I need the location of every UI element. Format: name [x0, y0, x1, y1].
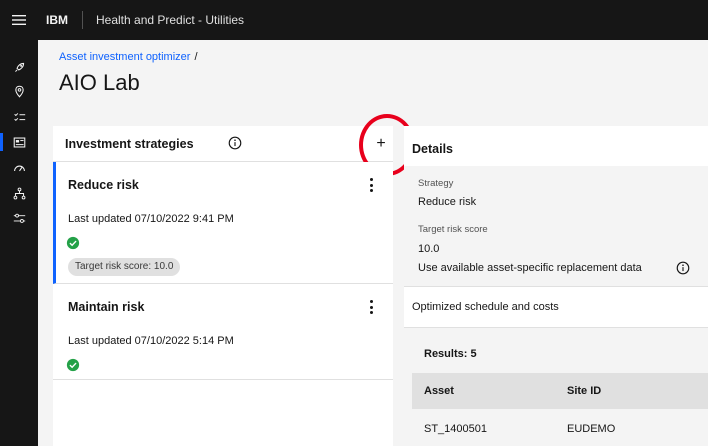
target-risk-value: 10.0: [418, 243, 440, 255]
breadcrumb: Asset investment optimizer /: [59, 51, 198, 63]
details-body: Strategy Reduce risk Target risk score 1…: [404, 166, 708, 446]
task-list-icon[interactable]: [0, 106, 38, 128]
gauge-icon[interactable]: [0, 157, 38, 179]
info-icon[interactable]: [228, 136, 242, 150]
strategies-title: Investment strategies: [65, 136, 194, 151]
hierarchy-icon[interactable]: [0, 182, 38, 204]
strategy-last-updated: Last updated 07/10/2022 9:41 PM: [68, 213, 234, 225]
strategy-value: Reduce risk: [418, 196, 477, 208]
breadcrumb-separator: /: [194, 51, 198, 63]
results-count: Results: 5: [424, 348, 477, 360]
breadcrumb-link-asset-investment-optimizer[interactable]: Asset investment optimizer: [59, 51, 190, 63]
strategy-last-updated: Last updated 07/10/2022 5:14 PM: [68, 335, 234, 347]
top-bar: IBM Health and Predict - Utilities: [0, 0, 708, 40]
strategies-header: Investment strategies: [53, 126, 393, 162]
rocket-icon[interactable]: [0, 56, 38, 78]
replacement-data-label: Use available asset-specific replacement…: [418, 262, 642, 274]
hamburger-menu-icon[interactable]: [0, 0, 38, 40]
main-content: Asset investment optimizer / AIO Lab Inve…: [38, 40, 708, 446]
details-title: Details: [412, 142, 453, 156]
settings-adjust-icon[interactable]: [0, 207, 38, 229]
add-strategy-button[interactable]: +: [371, 134, 391, 154]
page-title: AIO Lab: [59, 70, 140, 95]
results-table: Asset Site ID ST_1400501 EUDEMO: [412, 373, 708, 446]
table-header-row: Asset Site ID: [412, 373, 708, 409]
strategy-name: Maintain risk: [68, 300, 145, 314]
location-icon[interactable]: [0, 80, 38, 102]
app-name: Health and Predict - Utilities: [96, 13, 245, 27]
table-row[interactable]: ST_1400501 EUDEMO: [412, 409, 708, 446]
overflow-menu-icon[interactable]: [367, 300, 375, 314]
overflow-menu-icon[interactable]: [367, 178, 375, 192]
optimized-schedule-section[interactable]: Optimized schedule and costs: [404, 286, 708, 328]
success-check-icon: [66, 358, 80, 372]
side-nav: [0, 40, 38, 446]
target-risk-tag: Target risk score: 10.0: [68, 258, 181, 276]
dashboard-icon[interactable]: [0, 131, 38, 153]
optimized-schedule-label: Optimized schedule and costs: [412, 301, 559, 313]
cell-site-id: EUDEMO: [567, 422, 616, 435]
info-icon[interactable]: [676, 261, 690, 275]
strategy-card-reduce-risk[interactable]: Reduce risk Last updated 07/10/2022 9:41…: [53, 162, 393, 284]
cell-asset: ST_1400501: [424, 422, 487, 435]
strategy-label: Strategy: [418, 178, 454, 189]
details-panel: Details Strategy Reduce risk Target risk…: [404, 126, 708, 446]
column-header-asset[interactable]: Asset: [412, 385, 555, 397]
investment-strategies-panel: Investment strategies + Reduce risk Last…: [53, 114, 415, 446]
brand-logo[interactable]: IBM: [38, 11, 83, 29]
strategy-card-maintain-risk[interactable]: Maintain risk Last updated 07/10/2022 5:…: [53, 284, 393, 380]
target-risk-label: Target risk score: [418, 224, 488, 235]
strategy-name: Reduce risk: [68, 178, 139, 192]
column-header-site-id[interactable]: Site ID: [555, 385, 601, 397]
success-check-icon: [66, 236, 80, 250]
